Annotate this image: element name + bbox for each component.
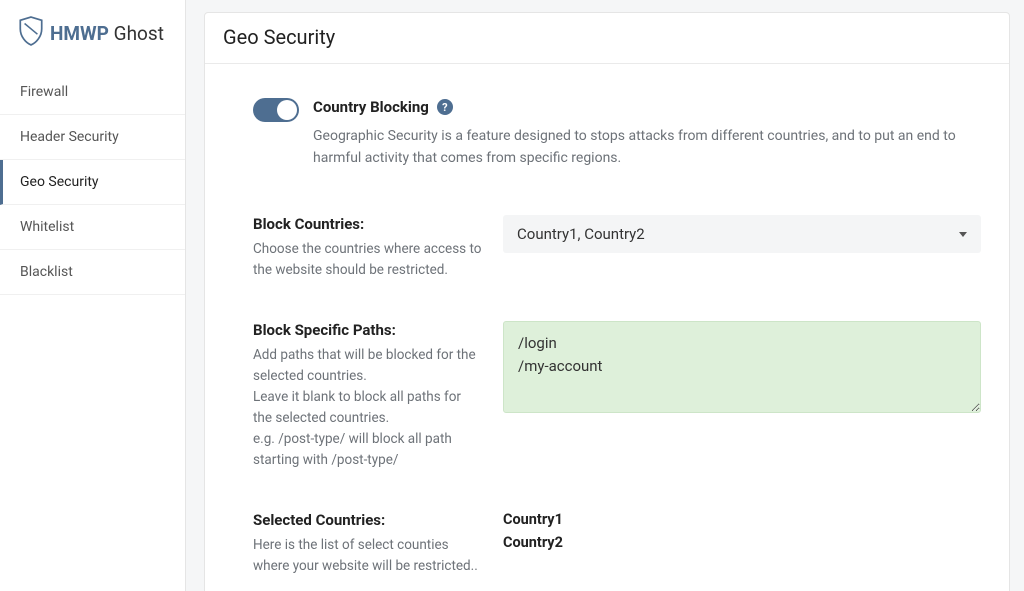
toggle-knob [277, 100, 297, 120]
sidebar-item-header-security[interactable]: Header Security [0, 115, 185, 160]
selected-countries-list: Country1 Country2 [503, 511, 981, 557]
help-icon[interactable]: ? [437, 99, 453, 115]
block-paths-textarea[interactable] [503, 321, 981, 413]
sidebar-nav: Firewall Header Security Geo Security Wh… [0, 70, 185, 295]
block-paths-row: Block Specific Paths: Add paths that wil… [253, 321, 981, 471]
country-blocking-toggle[interactable] [253, 98, 299, 122]
block-countries-value: Country1, Country2 [517, 225, 645, 243]
selected-countries-row: Selected Countries: Here is the list of … [253, 511, 981, 577]
sidebar: HMWP Ghost Firewall Header Security Geo … [0, 0, 186, 591]
shield-icon [18, 16, 44, 50]
settings-card: Geo Security Country Blocking ? Geograph… [204, 12, 1010, 591]
block-countries-help: Choose the countries where access to the… [253, 239, 483, 281]
country-blocking-row: Country Blocking ? Geographic Security i… [253, 98, 981, 169]
block-paths-label: Block Specific Paths: [253, 321, 483, 339]
main-content: Geo Security Country Blocking ? Geograph… [186, 0, 1024, 591]
selected-countries-help: Here is the list of select counties wher… [253, 535, 483, 577]
card-header: Geo Security [205, 13, 1009, 64]
brand-name: HMWP Ghost [50, 22, 164, 45]
sidebar-item-geo-security[interactable]: Geo Security [0, 160, 185, 205]
brand-logo: HMWP Ghost [0, 0, 185, 70]
country-blocking-description: Geographic Security is a feature designe… [313, 126, 981, 169]
chevron-down-icon [959, 232, 967, 237]
block-countries-select[interactable]: Country1, Country2 [503, 215, 981, 253]
country-blocking-label: Country Blocking [313, 98, 429, 116]
sidebar-item-blacklist[interactable]: Blacklist [0, 250, 185, 295]
selected-country-item: Country2 [503, 534, 981, 551]
sidebar-item-firewall[interactable]: Firewall [0, 70, 185, 115]
block-countries-label: Block Countries: [253, 215, 483, 233]
block-paths-help-3: e.g. /post-type/ will block all path sta… [253, 429, 483, 471]
sidebar-item-whitelist[interactable]: Whitelist [0, 205, 185, 250]
selected-countries-label: Selected Countries: [253, 511, 483, 529]
selected-country-item: Country1 [503, 511, 981, 528]
block-paths-help-2: Leave it blank to block all paths for th… [253, 387, 483, 429]
block-countries-row: Block Countries: Choose the countries wh… [253, 215, 981, 281]
page-title: Geo Security [223, 25, 991, 49]
block-paths-help-1: Add paths that will be blocked for the s… [253, 345, 483, 387]
